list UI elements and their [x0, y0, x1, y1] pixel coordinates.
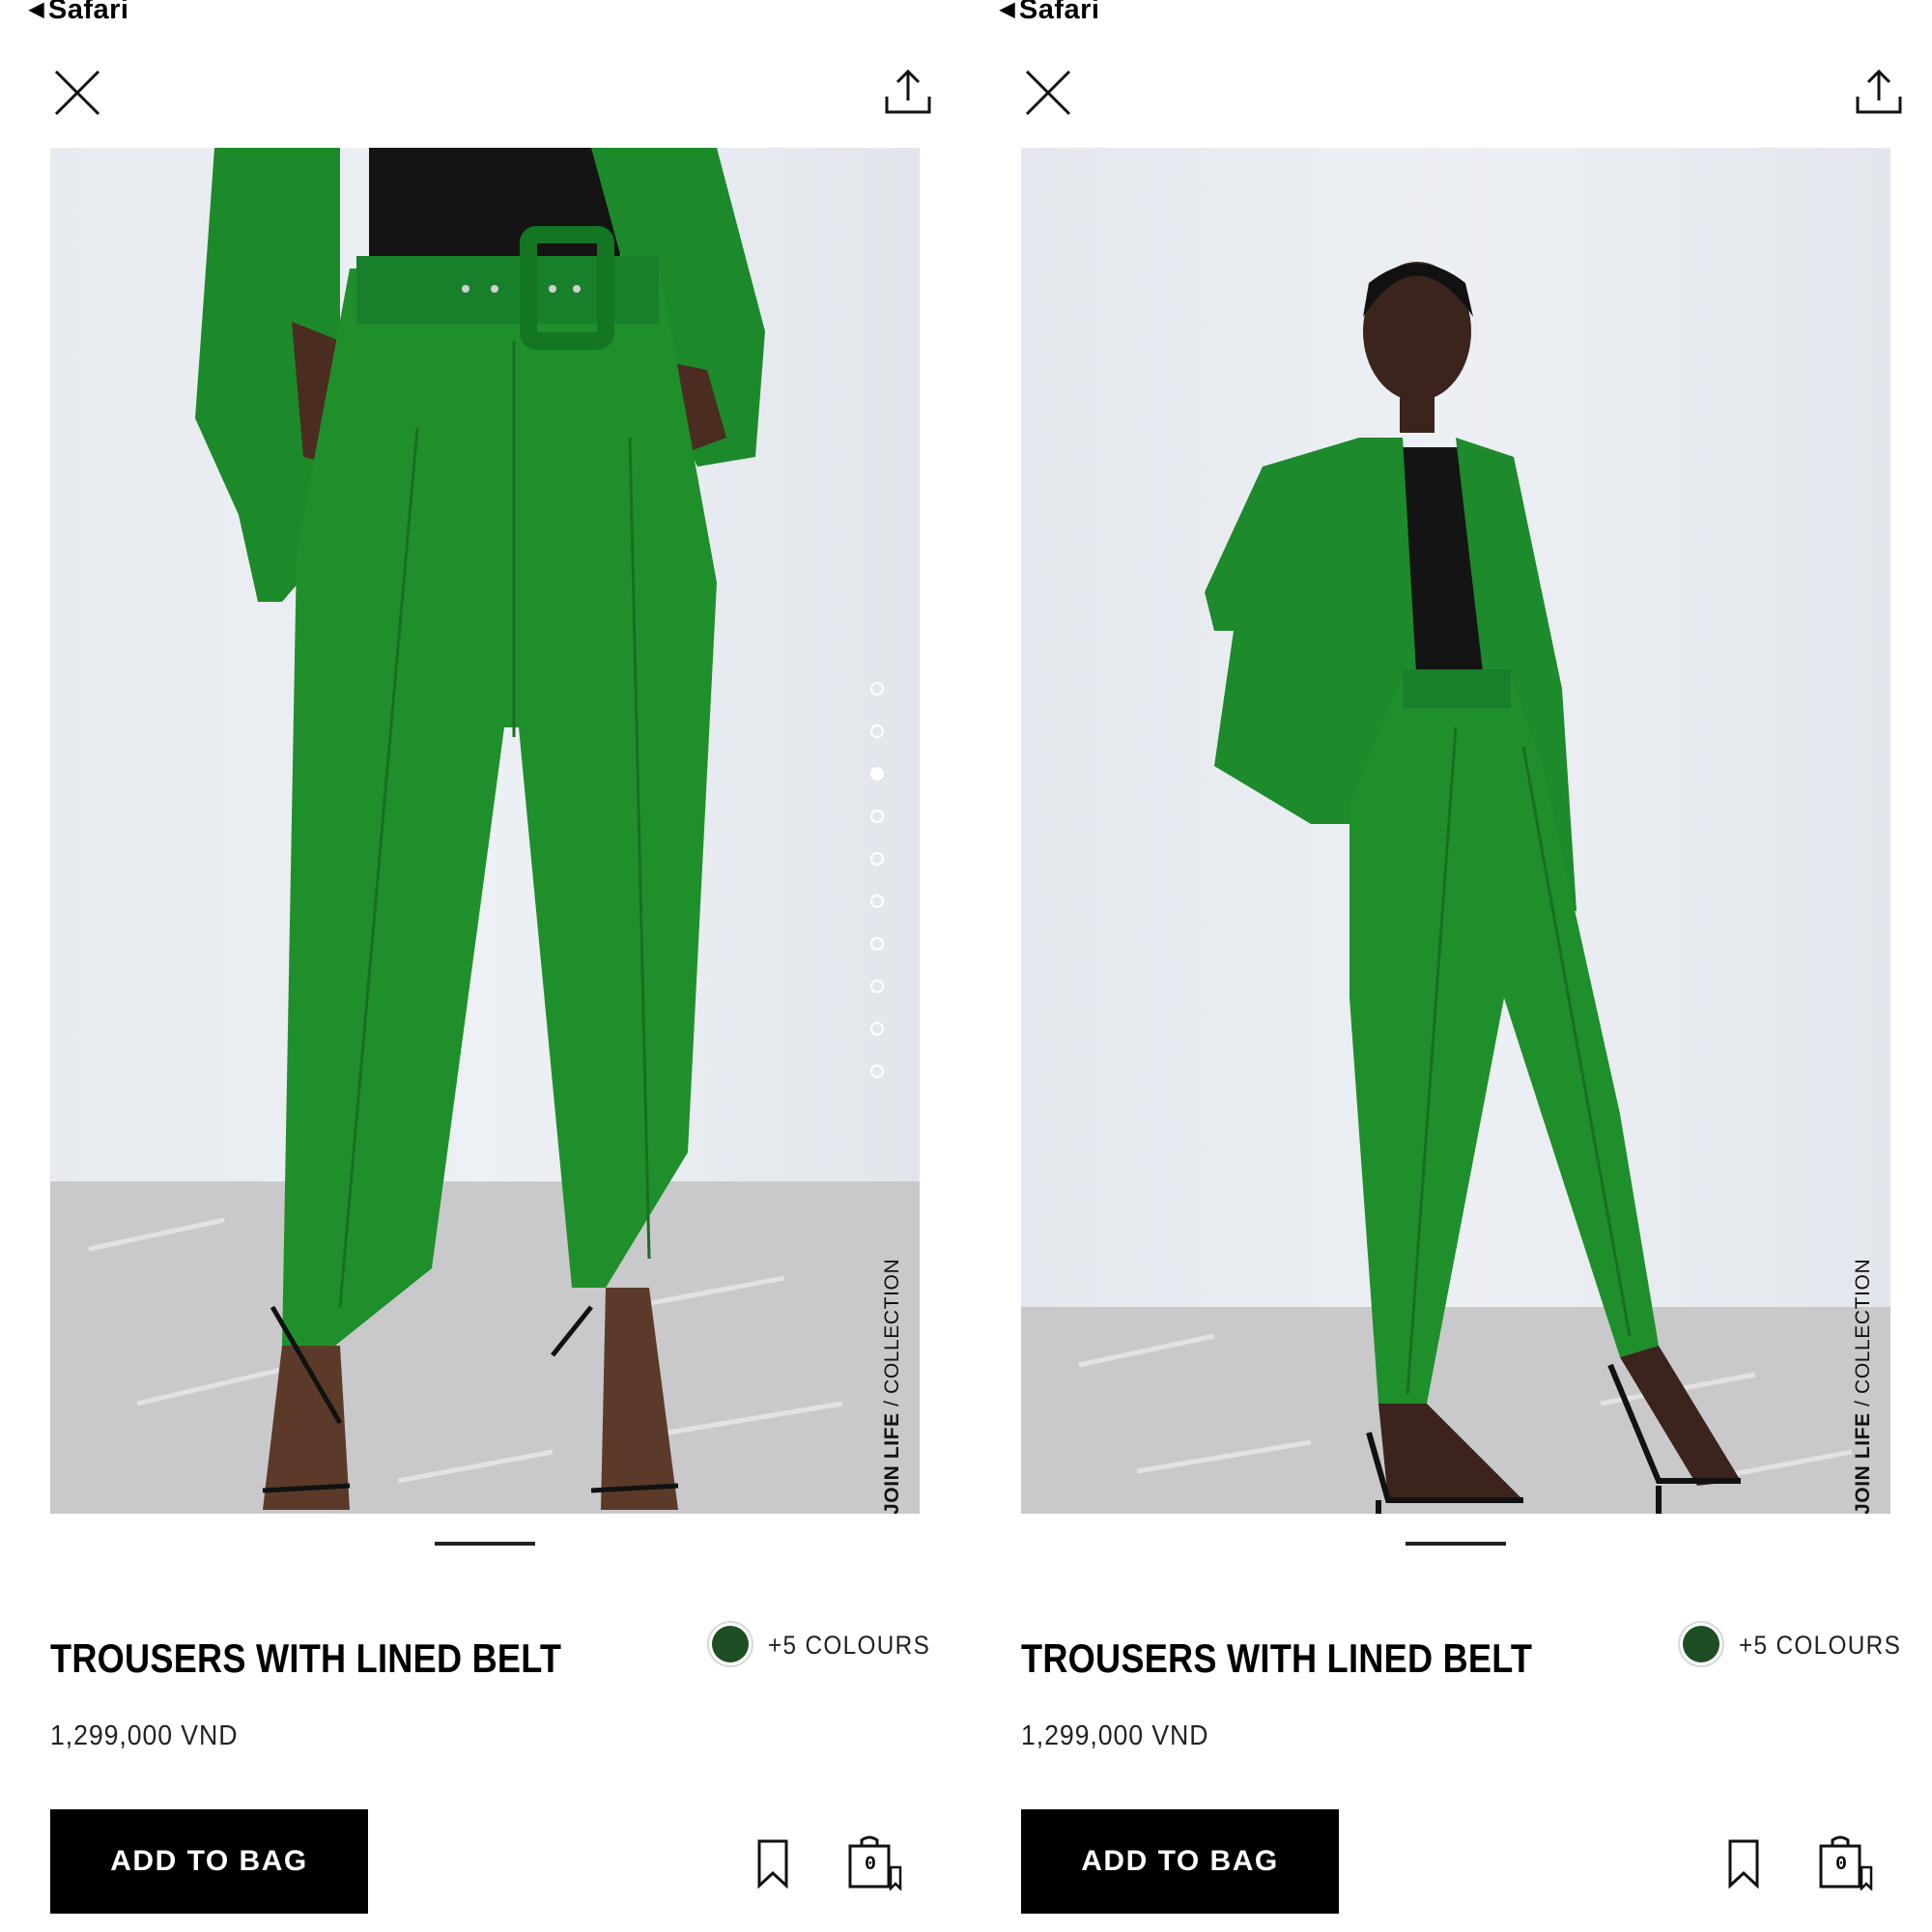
back-to-safari-link[interactable]: ◀ Safari: [29, 0, 129, 26]
shopping-bag-button[interactable]: 0: [1817, 1833, 1873, 1892]
back-app-label: Safari: [1018, 0, 1100, 25]
product-title: TROUSERS WITH LINED BELT: [50, 1635, 562, 1681]
close-button[interactable]: [1021, 66, 1075, 120]
pager-dot[interactable]: [870, 682, 884, 696]
add-to-bag-button[interactable]: ADD TO BAG: [50, 1809, 368, 1914]
back-triangle-icon: ◀: [1000, 0, 1015, 20]
back-to-safari-link[interactable]: ◀ Safari: [1000, 0, 1100, 26]
back-app-label: Safari: [47, 0, 129, 25]
status-bar: ◀ Safari: [0, 0, 966, 35]
pager-dot[interactable]: [870, 724, 884, 738]
collection-label: JOIN LIFE / COLLECTION: [1852, 1259, 1875, 1514]
close-icon: [54, 70, 100, 116]
save-button[interactable]: [753, 1838, 792, 1889]
more-colours-link[interactable]: +5 COLOURS: [1739, 1631, 1901, 1661]
bookmark-icon: [1728, 1839, 1759, 1889]
colour-swatch[interactable]: [1683, 1626, 1719, 1662]
share-icon: [1856, 69, 1902, 114]
product-photo-image: [50, 148, 920, 1514]
more-colours-link[interactable]: +5 COLOURS: [768, 1631, 930, 1661]
pager-dot[interactable]: [870, 895, 884, 908]
share-icon: [885, 69, 931, 114]
back-triangle-icon: ◀: [29, 0, 44, 20]
product-screen-left: ◀ Safari JOIN LIFE / COLLECTION TROUSERS…: [0, 0, 966, 1932]
colour-swatch[interactable]: [712, 1626, 749, 1662]
collection-label-rest: / COLLECTION: [1852, 1258, 1874, 1413]
share-button[interactable]: [1852, 66, 1906, 120]
product-photo[interactable]: JOIN LIFE / COLLECTION: [1021, 148, 1890, 1514]
collection-label-rest: / COLLECTION: [881, 1258, 903, 1413]
add-to-bag-button[interactable]: ADD TO BAG: [1021, 1809, 1339, 1914]
close-icon: [1025, 70, 1071, 116]
shopping-bag-button[interactable]: 0: [846, 1833, 902, 1892]
share-button[interactable]: [881, 66, 935, 120]
scroll-indicator: [1406, 1542, 1506, 1546]
status-bar: ◀ Safari: [971, 0, 1932, 35]
save-button[interactable]: [1724, 1838, 1763, 1889]
bag-count: 0: [865, 1854, 877, 1876]
pager-dot[interactable]: [870, 1065, 884, 1078]
pager-dot[interactable]: [870, 1022, 884, 1036]
scroll-indicator: [435, 1542, 535, 1546]
bookmark-icon: [757, 1839, 788, 1889]
product-screen-right: ◀ Safari JOIN LIFE / COLLECTION TROUSERS…: [971, 0, 1932, 1932]
collection-label-bold: JOIN LIFE: [1852, 1412, 1874, 1514]
collection-label: JOIN LIFE / COLLECTION: [881, 1259, 904, 1514]
pager-dot[interactable]: [870, 980, 884, 993]
product-price: 1,299,000 VND: [50, 1720, 239, 1751]
product-photo-image: [1021, 148, 1890, 1514]
close-button[interactable]: [50, 66, 104, 120]
pager-dot-active[interactable]: [870, 767, 884, 781]
product-price: 1,299,000 VND: [1021, 1720, 1209, 1751]
collection-label-bold: JOIN LIFE: [881, 1412, 903, 1514]
pager-dot[interactable]: [870, 852, 884, 866]
product-photo[interactable]: JOIN LIFE / COLLECTION: [50, 148, 920, 1514]
pager-dot[interactable]: [870, 937, 884, 951]
product-title: TROUSERS WITH LINED BELT: [1021, 1635, 1533, 1681]
pager-dot[interactable]: [870, 810, 884, 823]
bag-count: 0: [1835, 1854, 1848, 1876]
image-pager-dots: [870, 682, 890, 1107]
